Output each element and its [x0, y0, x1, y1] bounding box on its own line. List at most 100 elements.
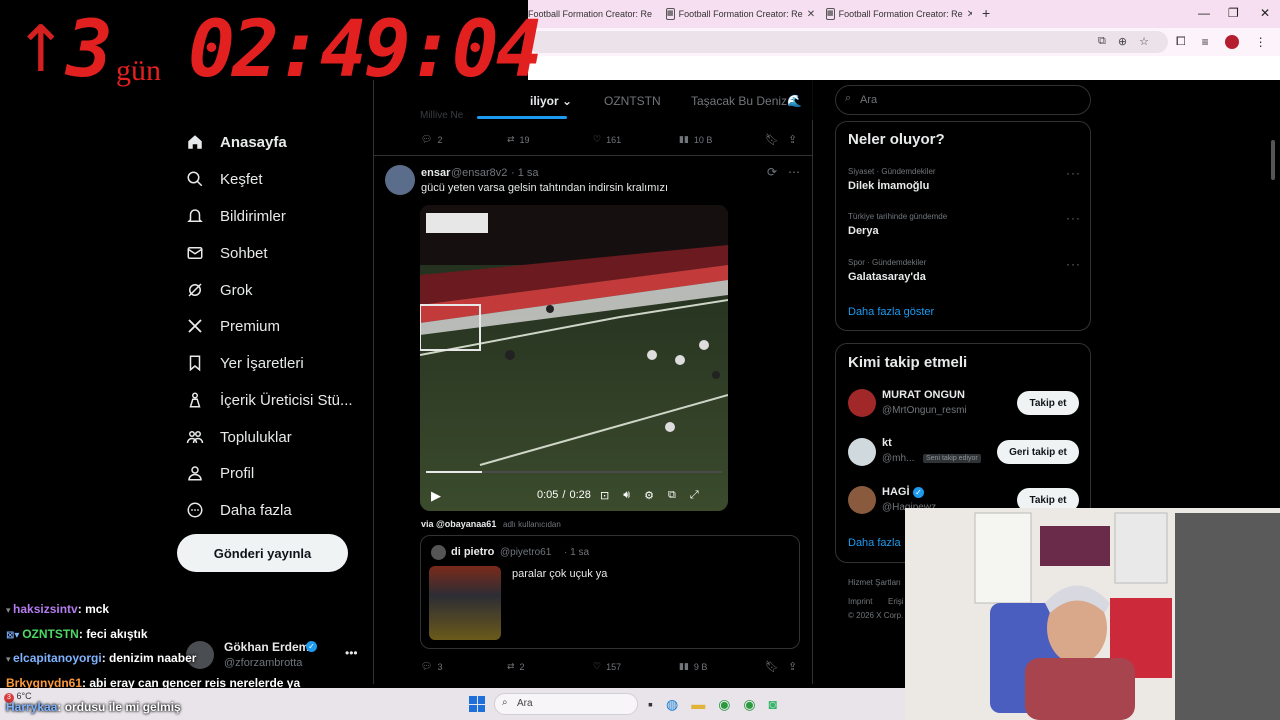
scrollbar-thumb[interactable] [1271, 140, 1275, 180]
restore-icon[interactable]: ❐ [1228, 6, 1239, 20]
nav-communities[interactable]: Topluluklar [186, 422, 292, 452]
extensions-icon[interactable]: ⧠ [1176, 34, 1186, 49]
footer-link[interactable]: Erişi [888, 597, 904, 606]
zoom-icon[interactable]: ⊕ [1118, 35, 1127, 48]
bookmark-button[interactable]: 🔖︎ [765, 660, 779, 673]
nav-bookmarks[interactable]: Yer İşaretleri [186, 348, 304, 378]
avatar[interactable] [385, 165, 415, 195]
reply-button[interactable]: 💬︎ 2 [421, 134, 442, 145]
via-user[interactable]: via @obayanaa61 [421, 519, 496, 529]
account-menu-icon[interactable]: ••• [345, 646, 358, 660]
post-author-name[interactable]: ensar [421, 167, 450, 179]
follow-more-link[interactable]: Daha fazla [848, 537, 901, 549]
browser-tab[interactable]: Football Formation Creator: Re ✕ [528, 4, 656, 24]
settings-icon[interactable]: ⚙ [644, 489, 654, 502]
chrome-profile-icon[interactable]: ◉ [743, 696, 755, 713]
repost-button[interactable]: ⇄ 19 [507, 134, 530, 145]
url-field[interactable] [528, 31, 1168, 53]
post-button[interactable]: Gönderi yayınla [177, 534, 348, 572]
pip-icon[interactable]: ⧉ [668, 489, 676, 502]
tab-tasacak[interactable]: Taşacak Bu Deniz🌊 [691, 94, 802, 108]
avatar[interactable] [848, 389, 876, 417]
share-icon: ⇪ [788, 134, 798, 146]
play-icon[interactable]: ▶ [431, 488, 441, 504]
post-more-icon[interactable]: ⋯ [788, 165, 800, 179]
taskbar-search[interactable]: Ara [494, 693, 638, 715]
nav-more[interactable]: Daha fazla [186, 495, 292, 525]
search-input[interactable]: Ara [835, 85, 1091, 115]
new-tab-button[interactable]: + [982, 5, 990, 21]
views-button[interactable]: ▮▮ 9 B [679, 661, 707, 672]
webcam-overlay [905, 508, 1280, 720]
app-icon[interactable]: ◙ [769, 696, 777, 713]
post-time[interactable]: · 1 sa [511, 167, 539, 179]
search-icon: ⌕ [845, 92, 852, 104]
close-tab-icon[interactable]: ✕ [807, 9, 814, 20]
address-actions: ⧉ ⊕ ☆ [1098, 35, 1149, 48]
menu-icon[interactable]: ⋮ [1255, 35, 1267, 49]
browser-tab[interactable]: ▦ Football Formation Creator: Re ✕ [826, 4, 972, 24]
share-button[interactable]: ⇪ [788, 660, 797, 673]
nav-label: Topluluklar [220, 428, 292, 446]
trend-name[interactable]: Derya [848, 225, 879, 237]
repost-button[interactable]: ⇄ 2 [507, 661, 525, 672]
tab-following[interactable]: iliyor ⌄ [530, 94, 572, 108]
nav-explore[interactable]: Keşfet [186, 164, 263, 194]
follow-name[interactable]: kt [882, 437, 892, 449]
follow-name[interactable]: HAGİ [882, 486, 910, 498]
video-time-separator: / [562, 489, 566, 501]
nav-profile[interactable]: Profil [186, 458, 254, 488]
fullscreen-icon[interactable]: ⤢ [690, 489, 699, 502]
grok-icon [188, 283, 202, 297]
nav-messages[interactable]: Sohbet [186, 238, 268, 268]
edge-icon[interactable]: ◍ [666, 696, 678, 713]
nav-premium[interactable]: Premium [186, 311, 280, 341]
share-button[interactable]: ⇪ [788, 133, 797, 146]
tab-ozntstn[interactable]: OZNTSTN [604, 94, 661, 108]
footer-link[interactable]: Imprint [848, 597, 872, 606]
webcam-feed [905, 508, 1280, 720]
footer-link[interactable]: Hizmet Şartları [848, 578, 901, 587]
avatar[interactable] [848, 486, 876, 514]
star-icon[interactable]: ☆ [1139, 35, 1149, 48]
views-button[interactable]: ▮▮ 10 B [679, 134, 712, 145]
trend-name[interactable]: Dilek İmamoğlu [848, 180, 929, 192]
like-button[interactable]: ♡ 157 [593, 661, 621, 672]
like-button[interactable]: ♡ 161 [593, 134, 621, 145]
view-count: 10 B [693, 134, 713, 145]
nav-grok[interactable]: Grok [186, 275, 253, 305]
follow-back-button[interactable]: Geri takip et [997, 440, 1079, 464]
reply-button[interactable]: 💬︎ 3 [421, 661, 442, 672]
taskview-icon[interactable]: ▪ [648, 696, 653, 713]
browser-tab[interactable]: ▦ Football Formation Creator: Re ✕ [666, 4, 814, 24]
folder-icon[interactable]: ▬ [691, 696, 705, 713]
post-video[interactable] [420, 205, 728, 511]
close-tab-icon[interactable]: ✕ [967, 9, 972, 20]
install-icon[interactable]: ⧉ [1098, 35, 1106, 48]
chrome-icon[interactable]: ◉ [718, 696, 730, 713]
trend-more-icon[interactable]: ··· [1066, 166, 1081, 180]
nav-notifications[interactable]: Bildirimler [186, 201, 286, 231]
minimize-icon[interactable]: — [1198, 6, 1210, 20]
start-icon[interactable] [469, 696, 485, 712]
trend-more-icon[interactable]: ··· [1066, 257, 1081, 271]
nav-creator-studio[interactable]: İçerik Üreticisi Stü... [186, 385, 353, 415]
volume-icon[interactable]: 🔊︎ [623, 489, 630, 502]
captions-icon[interactable]: ⊡ [600, 489, 609, 502]
bookmark-button[interactable]: 🔖︎ [765, 133, 779, 146]
media-icon[interactable]: ≡ [1202, 35, 1209, 49]
avatar[interactable] [848, 438, 876, 466]
grok-icon[interactable]: ⟳ [767, 165, 777, 179]
close-window-icon[interactable]: ✕ [1260, 6, 1270, 20]
follow-button[interactable]: Takip et [1017, 391, 1079, 415]
follow-name[interactable]: MURAT ONGUN [882, 389, 965, 401]
trend-name[interactable]: Galatasaray'da [848, 271, 926, 283]
show-more-link[interactable]: Daha fazla göster [848, 306, 934, 318]
chat-user: OZNTSTN [22, 627, 79, 641]
profile-avatar[interactable] [1224, 34, 1239, 49]
nav-home[interactable]: Anasayfa [186, 127, 287, 157]
chat-text: : denizim naaber [101, 651, 197, 665]
trend-more-icon[interactable]: ··· [1066, 211, 1081, 225]
quote-image [429, 566, 501, 640]
post-author-handle[interactable]: @ensar8v2 [451, 167, 507, 179]
